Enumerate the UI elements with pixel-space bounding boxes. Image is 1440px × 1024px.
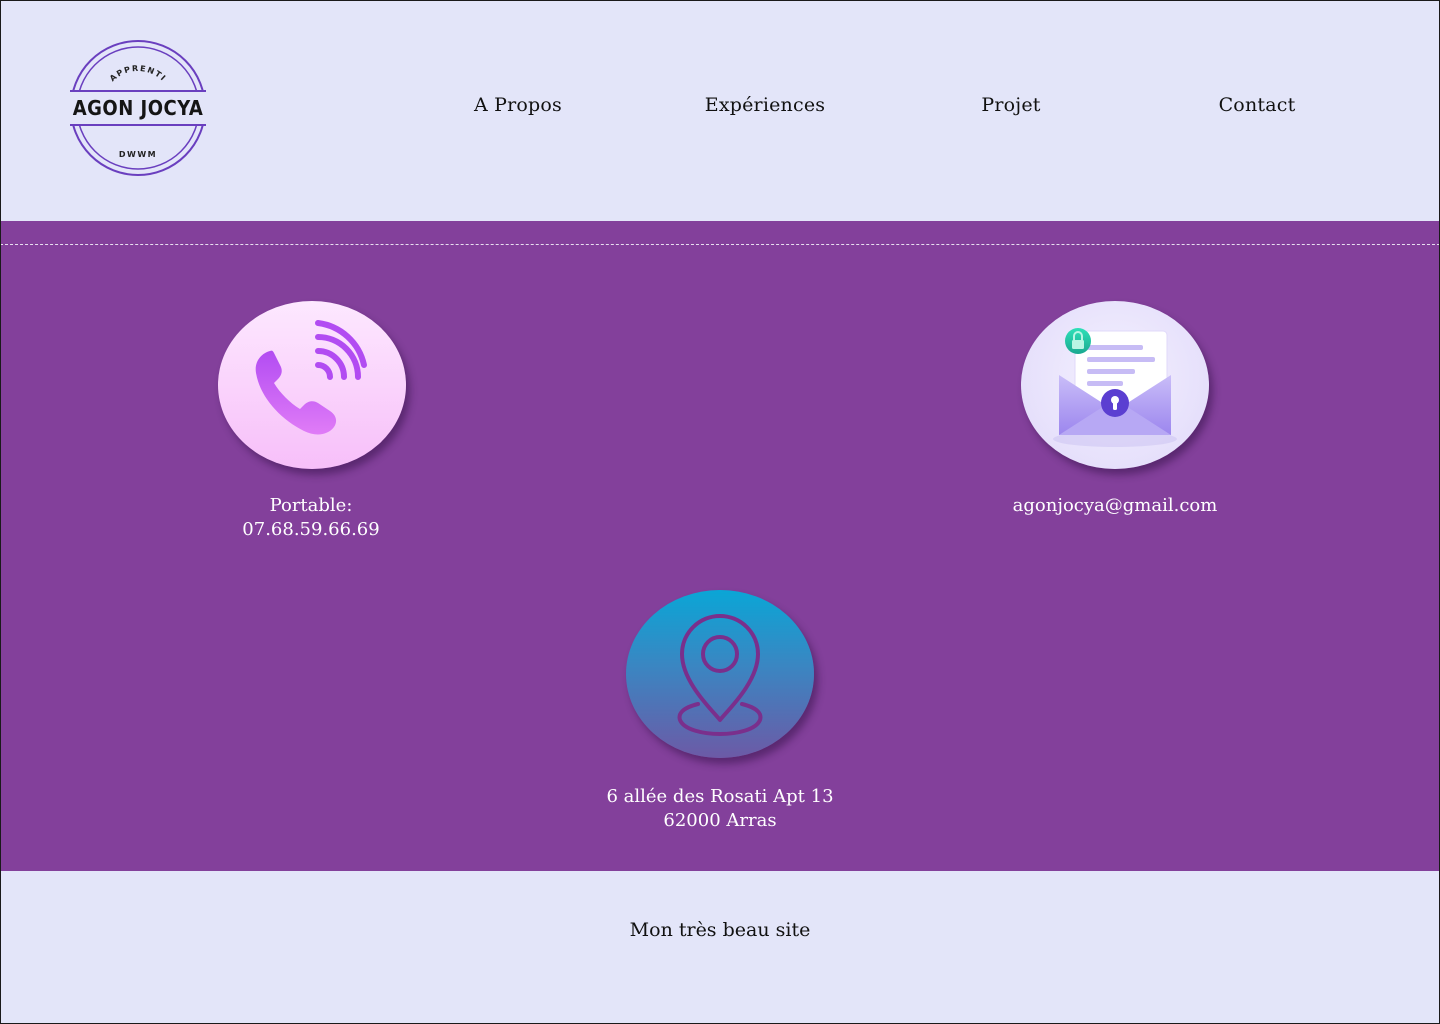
contact-section: Portable: 07.68.59.66.69 agonjocya@gmail…: [0, 221, 1440, 871]
site-header: APPRENTI AGON JOCYA DWWM A Propos Expéri…: [0, 0, 1440, 221]
address-info: 6 allée des Rosati Apt 13 62000 Arras: [606, 785, 833, 833]
phone-ringing-icon: [255, 320, 367, 435]
email-info: agonjocya@gmail.com: [1013, 494, 1218, 518]
email-address[interactable]: agonjocya@gmail.com: [1013, 494, 1218, 518]
nav-link-projet[interactable]: Projet: [981, 94, 1040, 116]
email-icon-circle[interactable]: [1021, 301, 1209, 469]
phone-icon-circle[interactable]: [218, 301, 406, 469]
location-icon-circle[interactable]: [626, 590, 814, 758]
dashed-divider: [0, 244, 1440, 245]
logo-name: AGON JOCYA: [73, 96, 204, 120]
location-pin-icon: [677, 614, 763, 737]
site-footer: Mon très beau site: [0, 871, 1440, 1024]
address-line-2: 62000 Arras: [663, 810, 777, 831]
address-line-1: 6 allée des Rosati Apt 13: [606, 786, 834, 807]
logo-bottom-text: DWWM: [119, 150, 157, 159]
nav-link-experiences[interactable]: Expériences: [705, 94, 825, 116]
footer-text: Mon très beau site: [629, 919, 811, 941]
site-logo[interactable]: APPRENTI AGON JOCYA DWWM: [68, 38, 208, 178]
logo-top-text: APPRENTI: [108, 64, 167, 83]
logo-badge-icon: APPRENTI AGON JOCYA DWWM: [68, 40, 208, 176]
nav-link-contact[interactable]: Contact: [1219, 94, 1296, 116]
secure-envelope-icon: [1053, 328, 1177, 447]
phone-label: Portable:: [269, 495, 353, 516]
phone-number[interactable]: 07.68.59.66.69: [242, 518, 379, 542]
phone-info: Portable: 07.68.59.66.69: [242, 494, 379, 542]
nav-link-a-propos[interactable]: A Propos: [474, 94, 562, 116]
svg-text:APPRENTI: APPRENTI: [108, 64, 168, 83]
